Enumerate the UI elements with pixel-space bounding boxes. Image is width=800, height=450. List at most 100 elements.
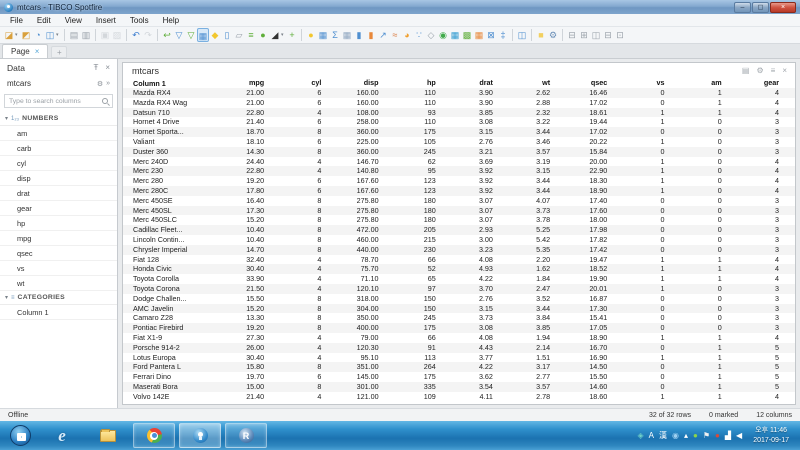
ime-mode-icon[interactable]: ◉ (672, 431, 679, 441)
table-row[interactable]: Hornet Sporta... 18.70 8 360.00 175 3.15 3.44 1… (123, 127, 795, 137)
column-item-wt[interactable]: wt (0, 276, 117, 291)
box-plot-icon[interactable]: ‡ (497, 28, 509, 42)
data-table-view-icon[interactable]: ▦ (197, 28, 209, 42)
new-table-icon[interactable]: ▦ (317, 28, 329, 42)
table-row[interactable]: Lincoln Contin... 10.40 8 460.00 215 3.00 5.42… (123, 235, 795, 245)
table-row[interactable]: Camaro Z28 13.30 8 350.00 245 3.73 3.84 15.41 0 0… (123, 313, 795, 323)
column-header-mpg[interactable]: mpg (223, 78, 280, 88)
action-center-flag-icon[interactable]: ⚑ (703, 431, 710, 441)
column-header-qsec[interactable]: qsec (566, 78, 623, 88)
table-row[interactable]: AMC Javelin 15.20 8 304.00 150 3.15 3.44 17.30 0… (123, 303, 795, 314)
reload-data-icon[interactable]: ◔ (32, 28, 44, 42)
add-data-tables-icon[interactable]: ◩ (20, 28, 32, 42)
internet-explorer-taskbar-button[interactable]: e (41, 423, 83, 448)
column-item-hp[interactable]: hp (0, 216, 117, 231)
search-input[interactable] (9, 97, 102, 105)
close-icon[interactable]: × (782, 66, 787, 75)
filtering-schemes-icon[interactable]: ▽ (185, 28, 197, 42)
table-row[interactable]: Ferrari Dino 19.70 6 145.00 175 3.62 2.77 15.50… (123, 372, 795, 382)
table-row[interactable]: Lotus Europa 30.40 4 95.10 113 3.77 1.51 16.90 1… (123, 353, 795, 363)
dataset-selector[interactable]: mtcars ⚙ » (0, 76, 117, 91)
table-row[interactable]: Merc 280C 17.80 6 167.60 123 3.92 3.44 18.90 1 0 4 (123, 185, 795, 196)
table-row[interactable]: Maserati Bora 15.00 8 301.00 335 3.54 3.57 14.6… (123, 381, 795, 392)
chrome-taskbar-button[interactable] (133, 423, 175, 448)
table-row[interactable]: Toyota Corona 21.50 4 120.10 97 3.70 2.47 20.01… (123, 283, 795, 294)
table-row[interactable]: Merc 240D 24.40 4 146.70 62 3.69 3.19 20.00 1 0 4 (123, 157, 795, 167)
table-row[interactable]: Volvo 142E 21.40 4 121.00 109 4.11 2.78 18.60 1 1… (123, 392, 795, 402)
treemap-icon[interactable]: ▦ (449, 28, 461, 42)
combination-chart-icon[interactable]: ≈ (389, 28, 401, 42)
column-header-gear[interactable]: gear (738, 78, 795, 88)
section-header-categories[interactable]: ▾ ≡ CATEGORIES (0, 291, 117, 305)
menu-tools[interactable]: Tools (123, 16, 156, 25)
korean-ime-icon[interactable]: A (649, 431, 654, 441)
maximize-visualization-icon[interactable]: ⊡ (614, 28, 626, 42)
column-item-gear[interactable]: gear (0, 201, 117, 216)
save-icon[interactable]: ◫ (44, 28, 56, 42)
column-header-column-1[interactable]: Column 1 (123, 78, 223, 88)
table-row[interactable]: Merc 450SL 17.30 8 275.80 180 3.07 3.73 17.60 0 0… (123, 205, 795, 216)
table-row[interactable]: Merc 230 22.80 4 140.80 95 3.92 3.15 22.90 1 0 4 (123, 166, 795, 177)
panel-layout-columns-icon[interactable]: ◫ (590, 28, 602, 42)
line-chart-icon[interactable]: ↗ (377, 28, 389, 42)
column-item-qsec[interactable]: qsec (0, 246, 117, 261)
column-item-disp[interactable]: disp (0, 171, 117, 186)
axes-settings-icon[interactable]: ≡ (245, 28, 257, 42)
input-language-icon[interactable]: ◈ (638, 431, 644, 441)
filter-indicator-icon[interactable]: ▤ (742, 66, 750, 75)
column-header-disp[interactable]: disp (337, 78, 394, 88)
maximize-button[interactable]: ◻ (752, 1, 769, 13)
table-row[interactable]: Toyota Corolla 33.90 4 71.10 65 4.22 1.84 19.90… (123, 274, 795, 284)
taskbar-clock[interactable]: 오후 11:46 2017-09-17 (747, 426, 793, 445)
window-title-bar[interactable]: mtcars - TIBCO Spotfire – ◻ × (0, 0, 800, 14)
column-header-drat[interactable]: drat (452, 78, 509, 88)
table-row[interactable]: Pontiac Firebird 19.20 8 400.00 175 3.08 3.85 1… (123, 323, 795, 333)
tab-page[interactable]: Page × (2, 44, 49, 58)
add-page-button[interactable]: + (51, 46, 68, 58)
menu-edit[interactable]: Edit (30, 16, 58, 25)
panel-layout-left-icon[interactable]: ⊟ (566, 28, 578, 42)
table-row[interactable]: Dodge Challen... 15.50 8 318.00 150 2.76 3.52 1… (123, 294, 795, 304)
column-item-carb[interactable]: carb (0, 141, 117, 156)
panel-layout-rows-icon[interactable]: ⊟ (602, 28, 614, 42)
filters-icon[interactable]: ▽ (173, 28, 185, 42)
table-row[interactable]: Cadillac Fleet... 10.40 8 472.00 205 2.93 5.25… (123, 225, 795, 235)
pin-icon[interactable]: Ŧ (93, 63, 98, 72)
recommendations-icon[interactable]: ● (305, 28, 317, 42)
properties-list-icon[interactable]: ≡ (771, 66, 776, 75)
r-project-taskbar-button[interactable]: R (225, 423, 267, 448)
document-properties-icon[interactable]: ◫ (516, 28, 528, 42)
panel-layout-grid-icon[interactable]: ⊞ (578, 28, 590, 42)
show-hidden-icons-icon[interactable]: ▴ (684, 431, 688, 441)
details-on-demand-icon[interactable]: ▯ (221, 28, 233, 42)
export-to-presentation-icon[interactable]: ▥ (80, 28, 92, 42)
table-row[interactable]: Datsun 710 22.80 4 108.00 93 3.85 2.32 18.61 1 1 4 (123, 107, 795, 118)
heat-map-icon[interactable]: ▩ (461, 28, 473, 42)
table-row[interactable]: Merc 280 19.20 6 167.60 123 3.92 3.44 18.30 1 0 4 (123, 176, 795, 186)
tab-close-icon[interactable]: × (35, 47, 40, 56)
start-taskbar-button[interactable] (3, 423, 37, 448)
3d-scatter-plot-icon[interactable]: ◇ (425, 28, 437, 42)
table-row[interactable]: Duster 360 14.30 8 360.00 245 3.21 3.57 15.84 0 0… (123, 146, 795, 157)
column-header-wt[interactable]: wt (509, 78, 566, 88)
spotfire-taskbar-button[interactable] (179, 423, 221, 448)
menu-file[interactable]: File (3, 16, 30, 25)
stacked-bar-chart-icon[interactable]: ▮ (365, 28, 377, 42)
table-row[interactable]: Mazda RX4 21.00 6 160.00 110 3.90 2.62 16.46 0 1 4 (123, 88, 795, 98)
table-row[interactable]: Merc 450SE 16.40 8 275.80 180 3.07 4.07 17.40 0 0… (123, 196, 795, 206)
table-row[interactable]: Honda Civic 30.40 4 75.70 52 4.93 1.62 18.52 1 1 4 (123, 264, 795, 275)
table-row[interactable]: Fiat X1-9 27.30 4 79.00 66 4.08 1.94 18.90 1 1 4 (123, 333, 795, 343)
step-back-icon[interactable]: ↩ (161, 28, 173, 42)
table-row[interactable]: Valiant 18.10 6 225.00 105 2.76 3.46 20.22 1 0 3 (123, 137, 795, 147)
scatter-plot-icon[interactable]: ∵ (413, 28, 425, 42)
expand-panel-icon[interactable]: » (106, 80, 110, 88)
save-dropdown-icon[interactable]: ▾ (56, 32, 61, 38)
comments-icon[interactable]: ● (257, 28, 269, 42)
column-item-cyl[interactable]: cyl (0, 156, 117, 171)
close-button[interactable]: × (770, 1, 796, 13)
cross-table-icon[interactable]: ▦ (341, 28, 353, 42)
column-header-am[interactable]: am (681, 78, 738, 88)
table-row[interactable]: Chrysler Imperial 14.70 8 440.00 230 3.23 5.35… (123, 244, 795, 255)
tools-options-icon[interactable]: ⚙ (547, 28, 559, 42)
menu-insert[interactable]: Insert (89, 16, 123, 25)
